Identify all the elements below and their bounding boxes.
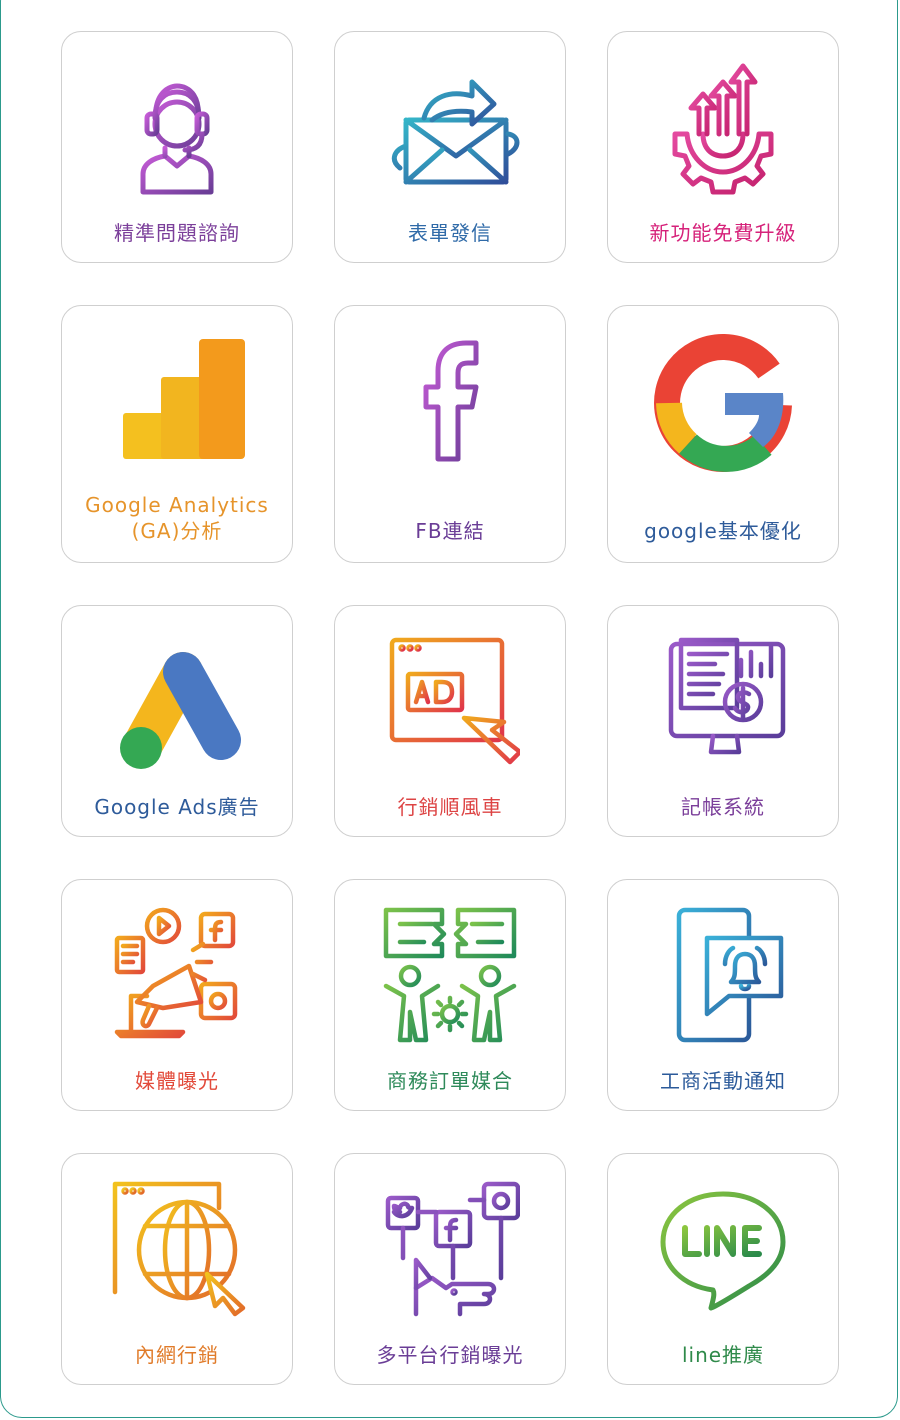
ad-click-icon bbox=[380, 630, 520, 770]
web-globe-icon bbox=[107, 1178, 247, 1318]
feature-label: 工商活動通知 bbox=[660, 1069, 786, 1093]
feature-label: 新功能免費升級 bbox=[649, 221, 797, 245]
feature-label: 內網行銷 bbox=[135, 1343, 219, 1367]
feature-label: 商務訂單媒合 bbox=[387, 1069, 513, 1093]
feature-card-google-analytics[interactable]: Google Analytics (GA)分析 bbox=[61, 305, 293, 563]
google-analytics-icon bbox=[107, 332, 247, 462]
google-g-icon bbox=[653, 332, 793, 472]
feature-card-accounting[interactable]: 記帳系統 bbox=[607, 605, 839, 837]
feature-label: 媒體曝光 bbox=[135, 1069, 219, 1093]
feature-label: Google Analytics (GA)分析 bbox=[85, 493, 269, 543]
phone-notification-icon bbox=[653, 904, 793, 1044]
accounting-monitor-icon bbox=[653, 630, 793, 770]
feature-label: 多平台行銷曝光 bbox=[376, 1343, 524, 1367]
feature-card-media-exposure[interactable]: 媒體曝光 bbox=[61, 879, 293, 1111]
feature-card-marketing-ride[interactable]: 行銷順風車 bbox=[334, 605, 566, 837]
feature-label: FB連結 bbox=[415, 519, 485, 543]
feature-card-google-seo[interactable]: google基本優化 bbox=[607, 305, 839, 563]
feature-label: 記帳系統 bbox=[681, 795, 765, 819]
megaphone-media-icon bbox=[107, 904, 247, 1044]
feature-card-event-notice[interactable]: 工商活動通知 bbox=[607, 879, 839, 1111]
business-matching-icon bbox=[380, 904, 520, 1044]
feature-card-facebook[interactable]: FB連結 bbox=[334, 305, 566, 563]
feature-card-upgrade[interactable]: 新功能免費升級 bbox=[607, 31, 839, 263]
feature-label: Google Ads廣告 bbox=[94, 795, 260, 819]
headset-agent-icon bbox=[107, 56, 247, 196]
feature-card-multi-platform[interactable]: 多平台行銷曝光 bbox=[334, 1153, 566, 1385]
feature-label: 表單發信 bbox=[408, 221, 492, 245]
google-ads-icon bbox=[107, 630, 247, 770]
envelope-send-icon bbox=[380, 56, 520, 196]
feature-card-consulting[interactable]: 精準問題諮詢 bbox=[61, 31, 293, 263]
feature-label: 精準問題諮詢 bbox=[114, 221, 240, 245]
feature-card-business-matching[interactable]: 商務訂單媒合 bbox=[334, 879, 566, 1111]
feature-label: line推廣 bbox=[681, 1343, 765, 1367]
gear-upgrade-icon bbox=[653, 56, 793, 196]
feature-card-line-promotion[interactable]: line推廣 bbox=[607, 1153, 839, 1385]
feature-grid: 精準問題諮詢 表單發信 新功能免費升級 Google Analytics (GA… bbox=[61, 31, 839, 1385]
feature-card-google-ads[interactable]: Google Ads廣告 bbox=[61, 605, 293, 837]
feature-card-form-mail[interactable]: 表單發信 bbox=[334, 31, 566, 263]
feature-label: 行銷順風車 bbox=[397, 795, 503, 819]
line-app-icon bbox=[653, 1178, 793, 1318]
multi-platform-icon bbox=[380, 1178, 520, 1318]
feature-card-intranet-marketing[interactable]: 內網行銷 bbox=[61, 1153, 293, 1385]
feature-label: google基本優化 bbox=[644, 519, 802, 543]
facebook-icon bbox=[380, 332, 520, 462]
